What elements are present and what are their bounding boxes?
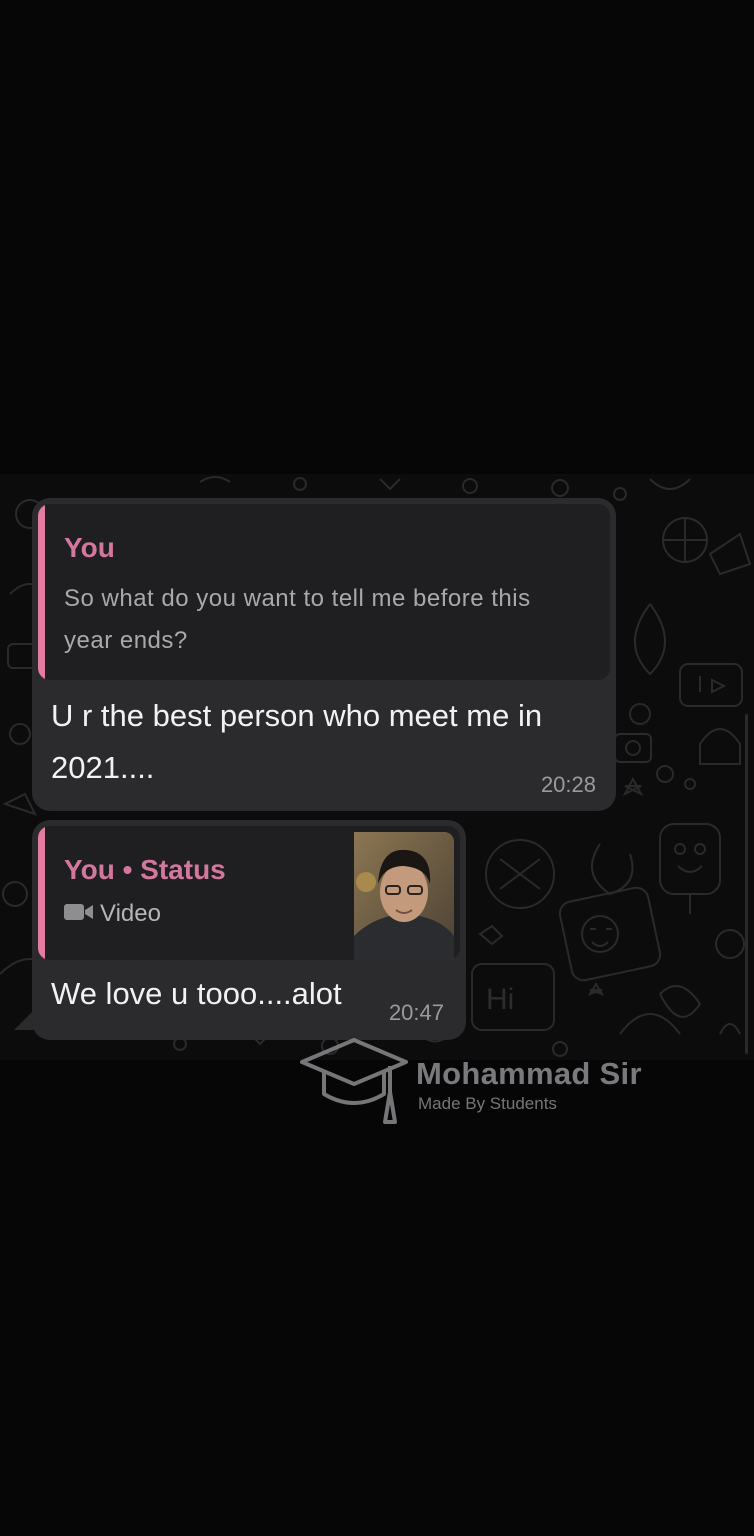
video-camera-icon: [64, 900, 94, 928]
graduation-cap-icon: [300, 1038, 408, 1124]
watermark: Mohammad Sir Made By Students: [298, 1034, 678, 1134]
chat-area: Hi You So what do you want to tell me be…: [0, 474, 754, 1060]
watermark-title: Mohammad Sir: [416, 1056, 642, 1091]
quoted-text: So what do you want to tell me before th…: [64, 585, 531, 654]
message-text: We love u tooo....alot: [51, 976, 342, 1011]
quoted-status[interactable]: You • Status Video: [38, 826, 460, 960]
scrollbar[interactable]: [745, 714, 748, 1054]
quoted-message[interactable]: You So what do you want to tell me befor…: [38, 504, 610, 680]
message-bubble[interactable]: You • Status Video We love u tooo....alo…: [32, 820, 466, 1040]
message-text: U r the best person who meet me in 2021.…: [51, 698, 543, 785]
svg-text:Hi: Hi: [486, 983, 514, 1016]
message-bubble[interactable]: You So what do you want to tell me befor…: [32, 498, 616, 811]
quoted-media-row: Video: [64, 900, 161, 928]
quoted-author: You: [64, 532, 115, 563]
quoted-author: You • Status: [64, 854, 226, 885]
quoted-media-label: Video: [100, 900, 161, 927]
watermark-subtitle: Made By Students: [418, 1094, 557, 1113]
status-thumbnail[interactable]: [354, 832, 454, 960]
message-time: 20:28: [540, 772, 596, 797]
message-time: 20:47: [388, 1000, 444, 1025]
